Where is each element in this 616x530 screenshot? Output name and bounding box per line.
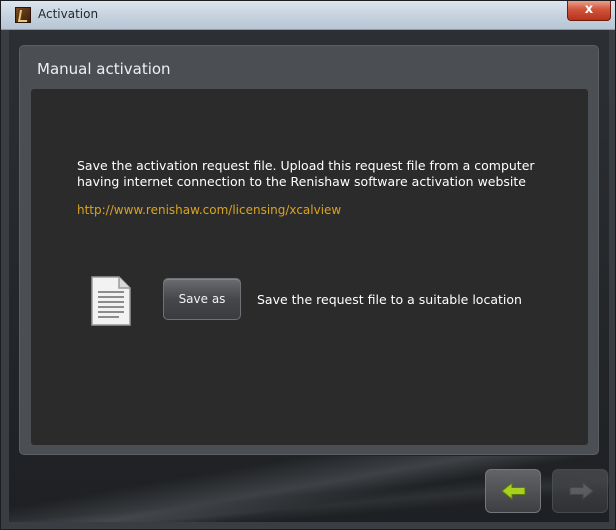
arrow-left-icon	[501, 481, 526, 501]
back-button[interactable]	[485, 469, 541, 513]
arrow-right-icon	[569, 481, 594, 501]
save-as-button[interactable]: Save as	[163, 278, 241, 320]
section-title: Manual activation	[37, 60, 171, 78]
app-icon	[15, 7, 31, 23]
document-icon	[91, 276, 131, 326]
content-area	[31, 89, 588, 445]
save-description: Save the request file to a suitable loca…	[257, 292, 522, 307]
close-button[interactable]: x	[567, 1, 611, 21]
activation-website-link[interactable]: http://www.renishaw.com/licensing/xcalvi…	[77, 203, 341, 217]
window-title: Activation	[38, 7, 99, 21]
close-icon: x	[584, 2, 594, 17]
next-button[interactable]	[552, 469, 608, 513]
instructions-text: Save the activation request file. Upload…	[77, 158, 535, 189]
title-bar[interactable]: Activation x	[1, 1, 615, 30]
activation-window: Activation x Manual activation Save the …	[0, 0, 616, 530]
